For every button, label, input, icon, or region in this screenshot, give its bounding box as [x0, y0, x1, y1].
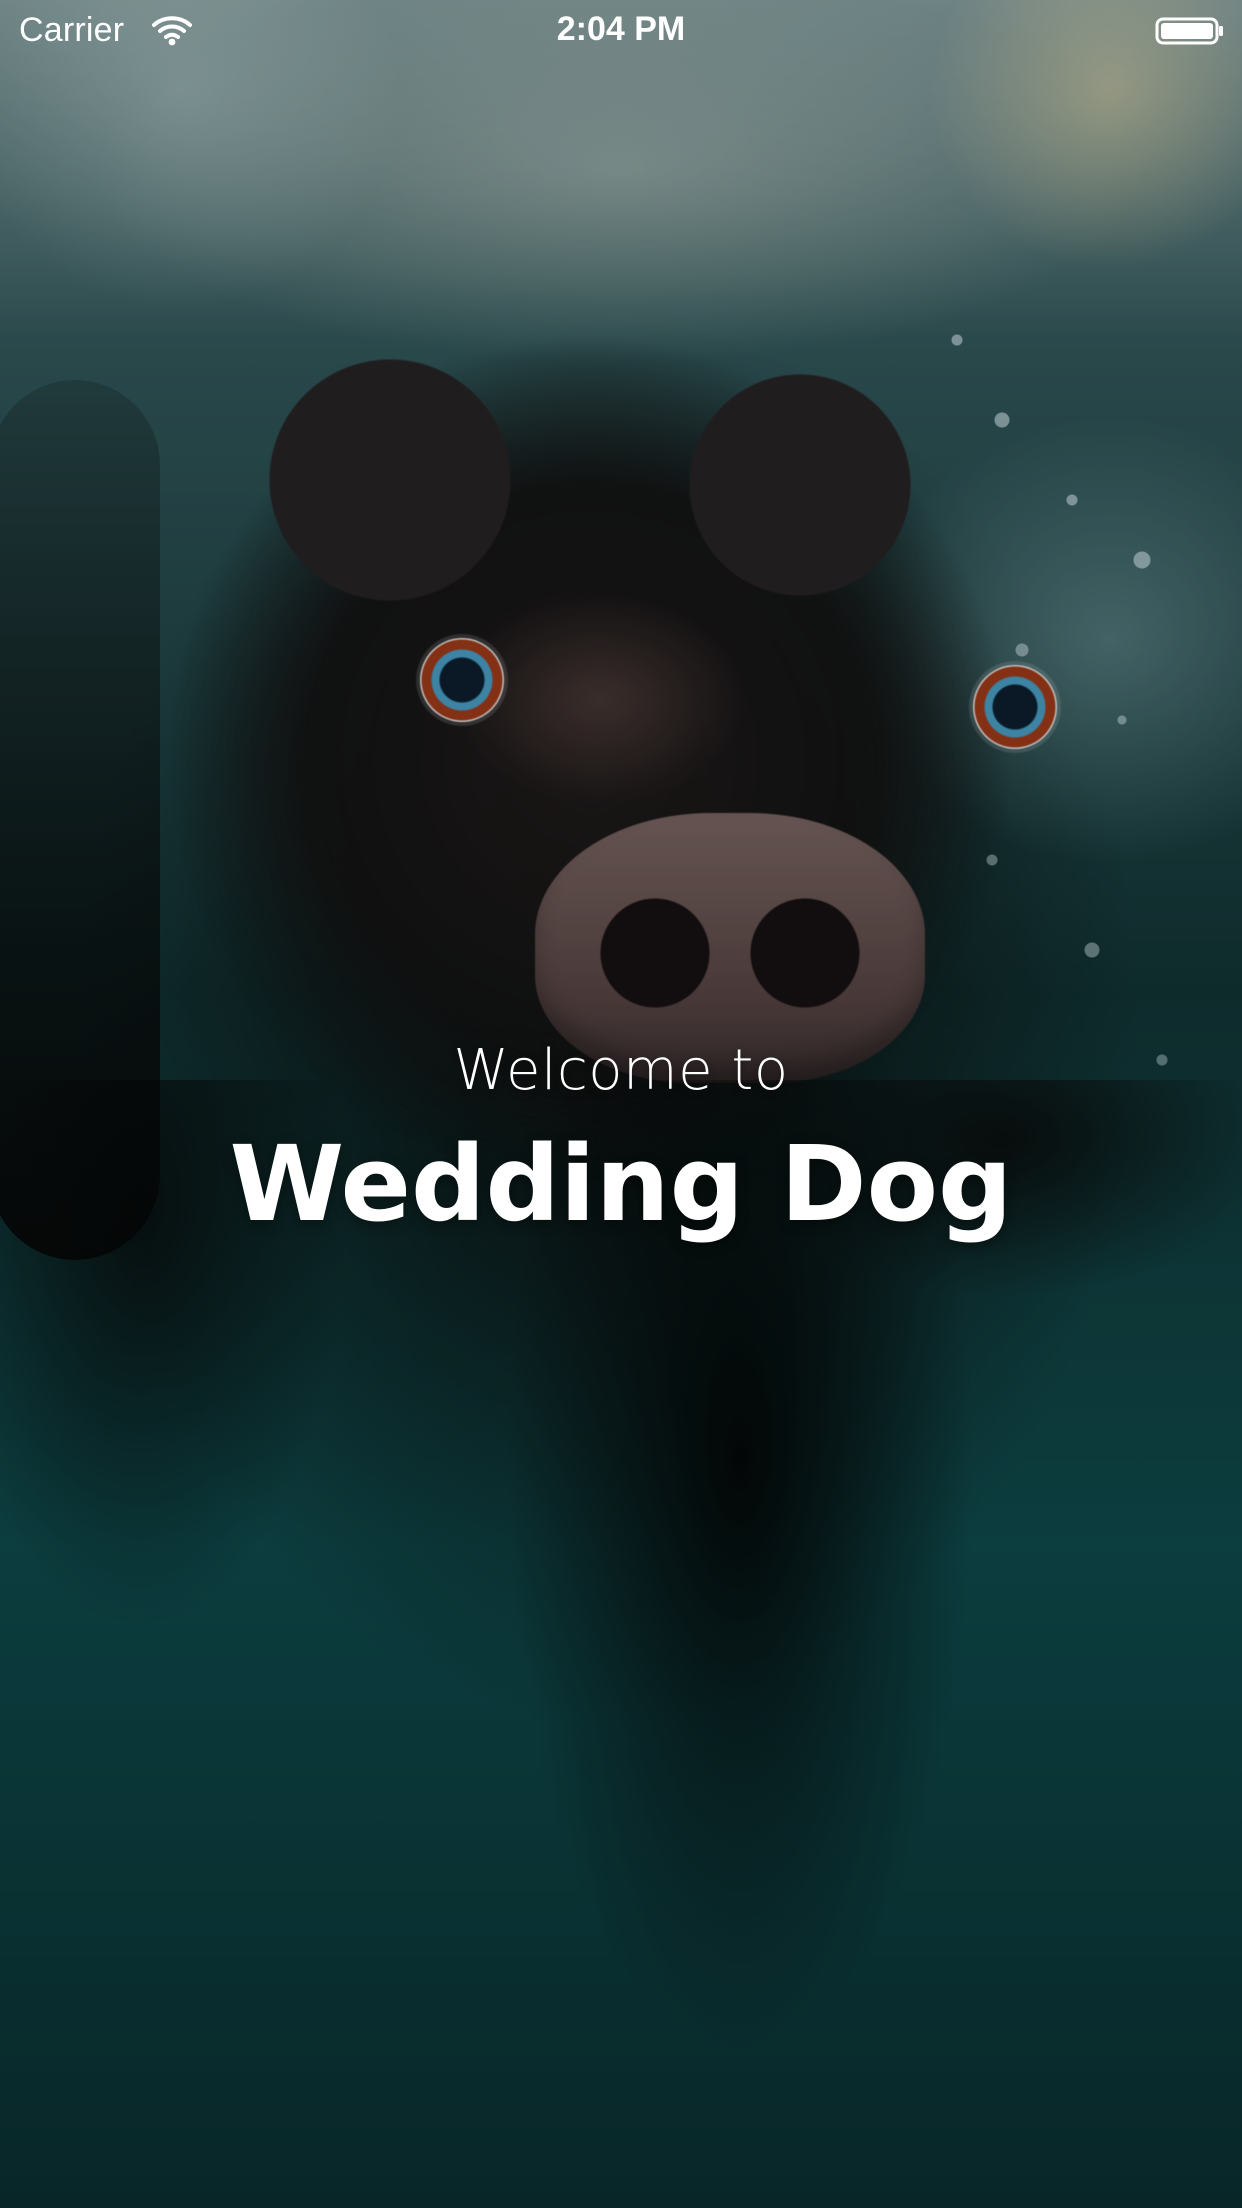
app-title: Wedding Dog: [229, 1122, 1013, 1245]
battery-icon: [1155, 16, 1225, 46]
status-bar: Carrier 2:04 PM: [0, 0, 1242, 62]
welcome-text-block: Welcome to Wedding Dog: [0, 1040, 1242, 1236]
status-time: 2:04 PM: [556, 10, 686, 48]
welcome-subtitle: Welcome to: [453, 1038, 789, 1103]
welcome-screen: Carrier 2:04 PM Welcome to Wedding Dog: [0, 0, 1242, 2208]
